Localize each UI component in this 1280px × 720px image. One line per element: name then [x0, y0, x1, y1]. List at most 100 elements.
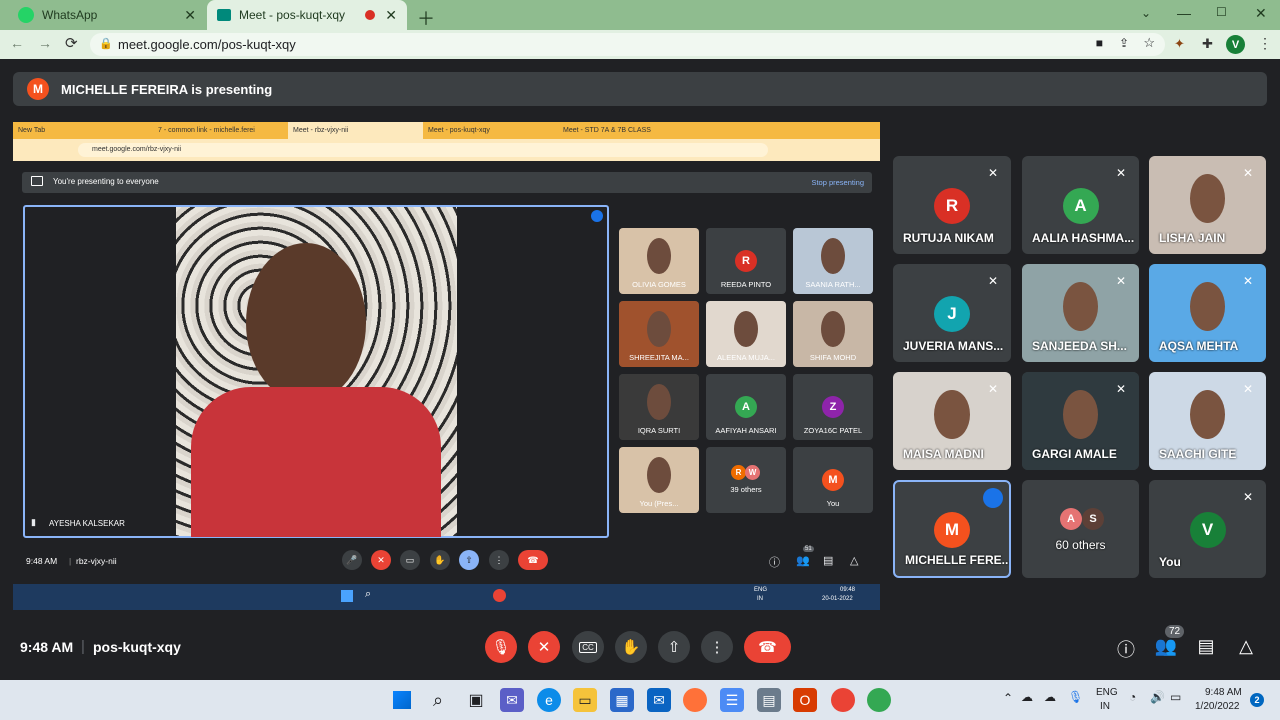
- wifi-icon[interactable]: ◔: [1129, 690, 1136, 704]
- tray-cloud-icon[interactable]: ☁: [1044, 690, 1056, 704]
- mic-off-icon: ✕: [1115, 382, 1127, 396]
- volume-icon[interactable]: 🔊: [1150, 690, 1165, 704]
- start-windows-icon[interactable]: [390, 688, 414, 712]
- speaking-indicator-icon: [983, 488, 1003, 508]
- office-icon[interactable]: O: [793, 688, 817, 712]
- camera-icon[interactable]: ■: [1096, 36, 1103, 50]
- shared-participant-name: SHREEJITA MA...: [629, 353, 689, 362]
- taskbar-date[interactable]: 1/20/2022: [1195, 701, 1240, 712]
- participant-name: AALIA HASHMA...: [1032, 231, 1135, 245]
- participant-tile[interactable]: V You ✕: [1149, 480, 1266, 578]
- activities-icon[interactable]: △: [1234, 636, 1258, 660]
- participant-tile[interactable]: SAACHI GITE ✕: [1149, 372, 1266, 470]
- shared-participant-name: You (Pres...: [639, 499, 679, 508]
- participant-figure: [1189, 173, 1226, 223]
- camera-off-button[interactable]: ✕: [528, 631, 560, 663]
- participant-tile[interactable]: A S 60 others: [1022, 480, 1139, 578]
- chat-icon[interactable]: ▤: [1194, 636, 1218, 660]
- shared-participant-name: ZOYA16C PATEL: [803, 426, 863, 435]
- shared-end-call-button: ☎: [518, 550, 548, 570]
- participant-tile[interactable]: R RUTUJA NIKAM ✕: [893, 156, 1011, 254]
- shared-screen: New Tab 7 - common link - michelle.ferei…: [13, 122, 880, 610]
- tray-chevron-icon[interactable]: ⌃: [1003, 691, 1013, 705]
- taskbar-time[interactable]: 9:48 AM: [1205, 687, 1242, 698]
- shared-participant-tile: You (Pres...: [619, 447, 699, 513]
- participant-tile[interactable]: GARGI AMALE ✕: [1022, 372, 1139, 470]
- close-tab-icon[interactable]: ✕: [385, 7, 397, 24]
- url-text: meet.google.com/pos-kuqt-xqy: [118, 37, 296, 52]
- mic-off-icon: ✕: [987, 274, 999, 288]
- shared-participant-tile: M You: [793, 447, 873, 513]
- shared-separator: |: [69, 556, 72, 566]
- battery-icon[interactable]: ▭: [1170, 690, 1181, 704]
- close-window-button[interactable]: ✕: [1255, 5, 1267, 22]
- minimize-button[interactable]: —: [1177, 5, 1191, 21]
- file-explorer-icon[interactable]: ▭: [573, 688, 597, 712]
- present-now-button[interactable]: ⇧: [658, 631, 690, 663]
- chrome-icon[interactable]: [831, 688, 855, 712]
- profile-avatar[interactable]: V: [1226, 35, 1245, 54]
- more-options-button[interactable]: ⋮: [701, 631, 733, 663]
- language-indicator[interactable]: ENG: [1096, 687, 1118, 698]
- shared-participant-avatar: M: [822, 469, 844, 491]
- share-icon[interactable]: ⇪: [1119, 36, 1129, 50]
- more-vert-icon: ⋮: [709, 639, 725, 656]
- close-tab-icon[interactable]: ✕: [184, 7, 196, 24]
- more-menu-icon[interactable]: ⋮: [1258, 35, 1272, 52]
- participant-tile[interactable]: MAISA MADNI ✕: [893, 372, 1011, 470]
- participant-tile[interactable]: LISHA JAIN ✕: [1149, 156, 1266, 254]
- tab-whatsapp[interactable]: WhatsApp ✕: [8, 0, 206, 30]
- firefox-icon[interactable]: [683, 688, 707, 712]
- back-icon[interactable]: ←: [10, 35, 24, 51]
- shared-participant-tile: SAANIA RATH...: [793, 228, 873, 294]
- info-icon[interactable]: ⓘ: [1114, 636, 1138, 660]
- new-tab-button[interactable]: ＋: [417, 5, 435, 31]
- shared-present-button: ⇧: [459, 550, 479, 570]
- calculator-icon[interactable]: ▤: [757, 688, 781, 712]
- presenting-banner: M MICHELLE FEREIRA is presenting: [13, 72, 1267, 106]
- participant-avatar: J: [934, 296, 970, 332]
- meeting-clock: 9:48 AM: [20, 639, 74, 655]
- participant-tile[interactable]: SANJEEDA SH... ✕: [1022, 264, 1139, 362]
- tray-mic-icon[interactable]: 🎙: [1068, 690, 1083, 704]
- shared-chat-icon: ▤: [823, 555, 834, 567]
- raise-hand-button[interactable]: ✋: [615, 631, 647, 663]
- notification-badge[interactable]: 2: [1250, 693, 1264, 707]
- participant-tile[interactable]: J JUVERIA MANS... ✕: [893, 264, 1011, 362]
- participant-tile[interactable]: AQSA MEHTA ✕: [1149, 264, 1266, 362]
- mic-off-icon: ✕: [1242, 166, 1254, 180]
- chat-app-icon[interactable]: ✉: [500, 688, 524, 712]
- address-toolbar: ← → ⟳ 🔒 meet.google.com/pos-kuqt-xqy ■ ⇪…: [0, 30, 1280, 59]
- extension-icon[interactable]: ✦: [1174, 36, 1185, 52]
- mic-off-button[interactable]: 🎙: [485, 631, 517, 663]
- shared-participant-figure: [734, 310, 758, 348]
- mail-icon[interactable]: ✉: [647, 688, 671, 712]
- onedrive-icon[interactable]: ☁: [1021, 690, 1033, 704]
- edge-icon[interactable]: e: [537, 688, 561, 712]
- participant-tile[interactable]: A AALIA HASHMA... ✕: [1022, 156, 1139, 254]
- extensions-puzzle-icon[interactable]: ✚: [1202, 36, 1213, 52]
- people-icon[interactable]: 👥: [1154, 636, 1178, 660]
- participant-figure: [934, 389, 970, 439]
- shared-more-button: ⋮: [489, 550, 509, 570]
- maximize-button[interactable]: ☐: [1216, 5, 1227, 19]
- chrome-profile-icon[interactable]: [867, 688, 891, 712]
- reload-icon[interactable]: ⟳: [65, 34, 78, 52]
- speaking-indicator-icon: [591, 210, 603, 222]
- search-icon[interactable]: ⌕: [426, 688, 450, 712]
- captions-icon: CC: [579, 641, 597, 653]
- captions-button[interactable]: CC: [572, 631, 604, 663]
- task-view-icon[interactable]: ▣: [464, 688, 488, 712]
- shared-participant-tile: Z ZOYA16C PATEL: [793, 374, 873, 440]
- participant-tile[interactable]: M MICHELLE FERE...: [893, 480, 1011, 578]
- notepad-icon[interactable]: ☰: [720, 688, 744, 712]
- address-bar[interactable]: 🔒 meet.google.com/pos-kuqt-xqy ■ ⇪ ☆: [90, 33, 1165, 56]
- store-icon[interactable]: ▦: [610, 688, 634, 712]
- bookmark-star-icon[interactable]: ☆: [1143, 35, 1155, 51]
- presenting-text: MICHELLE FEREIRA is presenting: [61, 81, 273, 97]
- shared-search-icon: ⌕: [365, 588, 372, 600]
- tab-meet[interactable]: Meet - pos-kuqt-xqy ✕: [207, 0, 407, 30]
- end-call-button[interactable]: ☎: [744, 631, 791, 663]
- forward-icon[interactable]: →: [38, 35, 52, 51]
- chevron-down-icon[interactable]: ⌄: [1141, 6, 1151, 20]
